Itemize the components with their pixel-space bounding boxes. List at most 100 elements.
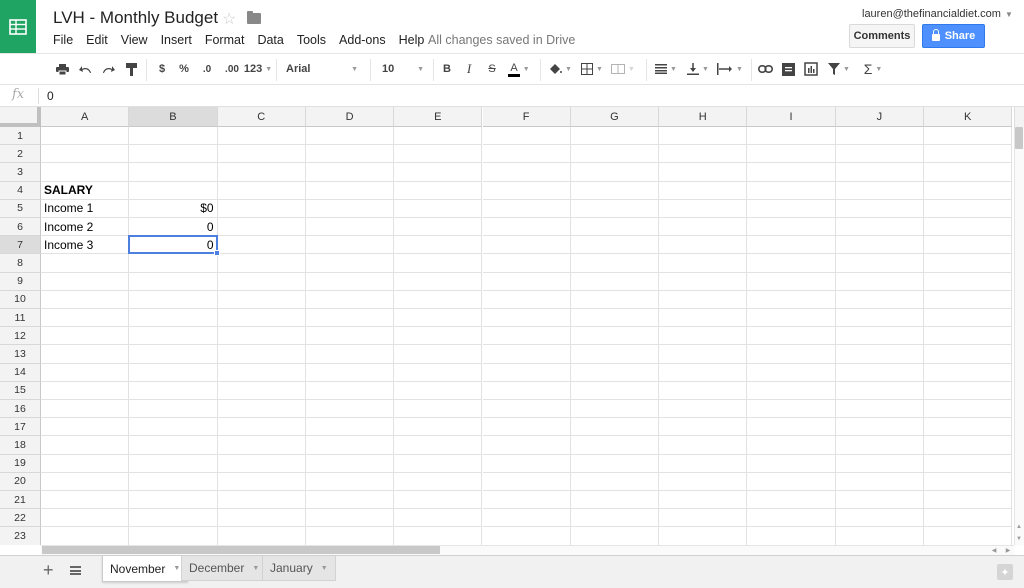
cell-d18[interactable] <box>305 436 395 455</box>
select-all-corner[interactable] <box>0 107 41 127</box>
cell-e9[interactable] <box>394 272 483 291</box>
cell-k15[interactable] <box>924 381 1013 400</box>
account-menu[interactable]: lauren@thefinancialdiet.com ▼ <box>862 8 1013 20</box>
print-button[interactable] <box>53 54 71 84</box>
cell-a3[interactable] <box>41 163 130 182</box>
cell-g9[interactable] <box>570 272 660 291</box>
cell-c10[interactable] <box>217 290 306 309</box>
cell-f21[interactable] <box>482 491 571 510</box>
cell-j20[interactable] <box>835 472 924 491</box>
cell-d22[interactable] <box>305 509 395 528</box>
cell-e18[interactable] <box>394 436 483 455</box>
cell-h1[interactable] <box>659 127 748 146</box>
cell-g2[interactable] <box>570 145 660 164</box>
cell-i23[interactable] <box>747 527 836 545</box>
column-header-j[interactable]: J <box>835 107 924 127</box>
cell-j16[interactable] <box>835 400 924 419</box>
cell-k7[interactable] <box>924 236 1013 255</box>
row-header-7[interactable]: 7 <box>0 236 41 255</box>
cell-a21[interactable] <box>41 491 130 510</box>
undo-button[interactable] <box>76 54 94 84</box>
insert-link-button[interactable] <box>756 54 774 84</box>
folder-icon[interactable] <box>247 11 261 24</box>
menu-edit[interactable]: Edit <box>86 33 108 47</box>
row-header-2[interactable]: 2 <box>0 145 41 164</box>
document-title[interactable]: LVH - Monthly Budget <box>53 8 218 28</box>
cell-a15[interactable] <box>41 381 130 400</box>
cell-i10[interactable] <box>747 290 836 309</box>
cell-g17[interactable] <box>570 418 660 437</box>
cell-b12[interactable] <box>129 327 218 346</box>
cell-j17[interactable] <box>835 418 924 437</box>
cell-e22[interactable] <box>394 509 483 528</box>
row-header-3[interactable]: 3 <box>0 163 41 182</box>
bold-button[interactable]: B <box>439 54 455 84</box>
cell-j10[interactable] <box>835 290 924 309</box>
cell-k17[interactable] <box>924 418 1013 437</box>
cell-d13[interactable] <box>305 345 395 364</box>
cell-a19[interactable] <box>41 454 130 473</box>
cell-i19[interactable] <box>747 454 836 473</box>
cell-c2[interactable] <box>217 145 306 164</box>
cell-j14[interactable] <box>835 363 924 382</box>
cell-a20[interactable] <box>41 472 130 491</box>
cell-e4[interactable] <box>394 181 483 200</box>
cell-d8[interactable] <box>305 254 395 273</box>
cell-e2[interactable] <box>394 145 483 164</box>
cell-j11[interactable] <box>835 309 924 328</box>
cell-f20[interactable] <box>482 472 571 491</box>
row-header-9[interactable]: 9 <box>0 272 41 291</box>
cell-f17[interactable] <box>482 418 571 437</box>
cell-k3[interactable] <box>924 163 1013 182</box>
cell-g23[interactable] <box>570 527 660 545</box>
cell-h11[interactable] <box>659 309 748 328</box>
cell-g12[interactable] <box>570 327 660 346</box>
cell-c1[interactable] <box>217 127 306 146</box>
text-wrapping-button[interactable]: ▼ <box>714 54 746 84</box>
chevron-down-icon[interactable]: ▼ <box>173 565 180 572</box>
cell-f4[interactable] <box>482 181 571 200</box>
column-header-f[interactable]: F <box>482 107 571 127</box>
percent-format-button[interactable]: % <box>176 54 192 84</box>
cell-c20[interactable] <box>217 472 306 491</box>
cell-b11[interactable] <box>129 309 218 328</box>
cell-a2[interactable] <box>41 145 130 164</box>
cell-h17[interactable] <box>659 418 748 437</box>
row-header-16[interactable]: 16 <box>0 400 41 419</box>
cell-e11[interactable] <box>394 309 483 328</box>
cell-f2[interactable] <box>482 145 571 164</box>
cell-h16[interactable] <box>659 400 748 419</box>
cell-e19[interactable] <box>394 454 483 473</box>
scroll-down-arrow-icon[interactable]: ▼ <box>1014 533 1024 545</box>
cell-k16[interactable] <box>924 400 1013 419</box>
row-header-15[interactable]: 15 <box>0 381 41 400</box>
cell-c11[interactable] <box>217 309 306 328</box>
cell-d20[interactable] <box>305 472 395 491</box>
row-header-13[interactable]: 13 <box>0 345 41 364</box>
cell-a7[interactable]: Income 3 <box>41 236 130 255</box>
cell-e12[interactable] <box>394 327 483 346</box>
cell-c9[interactable] <box>217 272 306 291</box>
chevron-down-icon[interactable]: ▼ <box>321 565 328 572</box>
cell-k21[interactable] <box>924 491 1013 510</box>
cell-j4[interactable] <box>835 181 924 200</box>
cell-j12[interactable] <box>835 327 924 346</box>
cell-j21[interactable] <box>835 491 924 510</box>
column-header-k[interactable]: K <box>924 107 1013 127</box>
cell-f7[interactable] <box>482 236 571 255</box>
cell-b5[interactable]: $0 <box>129 199 218 218</box>
redo-button[interactable] <box>99 54 117 84</box>
row-header-4[interactable]: 4 <box>0 181 41 200</box>
menu-view[interactable]: View <box>121 33 148 47</box>
comments-button[interactable]: Comments <box>849 24 915 48</box>
cell-h15[interactable] <box>659 381 748 400</box>
cell-i8[interactable] <box>747 254 836 273</box>
cell-c5[interactable] <box>217 199 306 218</box>
menu-tools[interactable]: Tools <box>297 33 326 47</box>
cell-h12[interactable] <box>659 327 748 346</box>
cell-k2[interactable] <box>924 145 1013 164</box>
cell-a22[interactable] <box>41 509 130 528</box>
row-header-22[interactable]: 22 <box>0 509 41 528</box>
cell-g7[interactable] <box>570 236 660 255</box>
scroll-up-arrow-icon[interactable]: ▲ <box>1014 521 1024 533</box>
